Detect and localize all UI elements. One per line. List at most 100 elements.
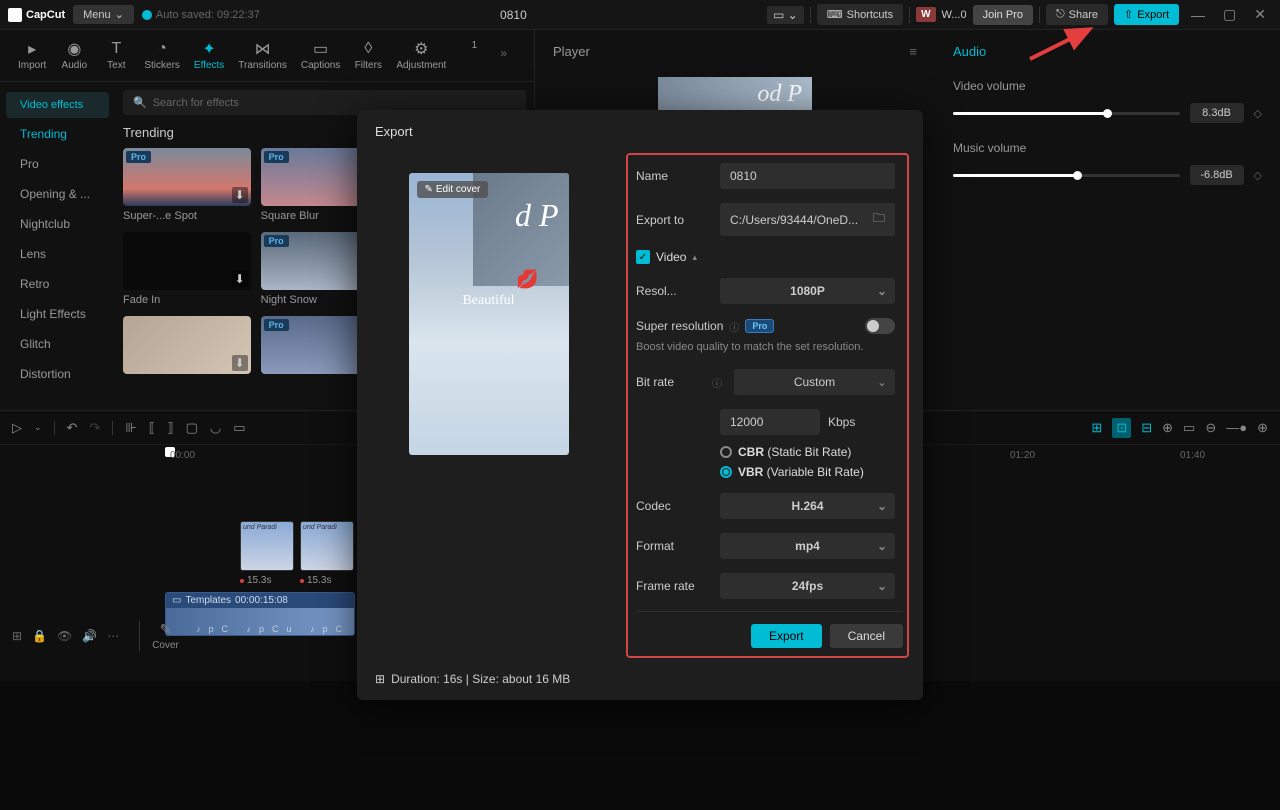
cover-text: d P	[515, 197, 559, 234]
mute-icon[interactable]: 🔊	[82, 629, 97, 643]
tl-tool-c[interactable]: ⊟	[1141, 420, 1152, 436]
tl-tool-d[interactable]: ⊕	[1162, 420, 1173, 436]
template-track[interactable]: ▭ Templates 00:00:15:08	[165, 592, 355, 636]
tl-tool-b[interactable]: ⊡	[1112, 418, 1131, 438]
maximize-button[interactable]: ▢	[1217, 6, 1242, 23]
selection-tool[interactable]: ▷	[12, 420, 22, 436]
cbr-radio[interactable]: CBR (Static Bit Rate)	[720, 445, 895, 459]
resolution-select[interactable]: 1080P	[720, 278, 895, 304]
resolution-label: Resol...	[636, 284, 708, 298]
folder-icon[interactable]: 🗀	[873, 209, 885, 230]
tab-filters[interactable]: ◊Filters	[348, 36, 388, 75]
music-volume-value[interactable]: -6.8dB	[1190, 165, 1244, 185]
download-icon[interactable]: ⬇	[232, 271, 248, 287]
more-icon[interactable]: ⋯	[107, 629, 119, 643]
effect-item[interactable]: ⬇Fade In	[123, 232, 251, 306]
tab-effects[interactable]: ✦Effects	[188, 36, 230, 75]
info-icon[interactable]: ⓘ	[712, 375, 722, 390]
keyframe-icon[interactable]: ◇	[1254, 169, 1262, 182]
bitrate-select[interactable]: Custom	[734, 369, 895, 395]
window-titlebar: CapCut Menu ⌄ Auto saved: 09:22:37 0810 …	[0, 0, 1280, 30]
lock-icon[interactable]: 🔒	[32, 629, 47, 643]
sidebar-item-pro[interactable]: Pro	[6, 150, 109, 178]
join-pro-button[interactable]: Join Pro	[973, 5, 1033, 25]
info-icon[interactable]: ⓘ	[729, 319, 739, 334]
sidebar-item-opening[interactable]: Opening & ...	[6, 180, 109, 208]
crop-tool[interactable]: ▢	[186, 420, 198, 436]
sidebar-item-distortion[interactable]: Distortion	[6, 360, 109, 388]
vbr-radio[interactable]: VBR (Variable Bit Rate)	[720, 465, 895, 479]
cover-button[interactable]: ✎ Cover	[139, 621, 179, 651]
name-input[interactable]	[720, 163, 895, 189]
cancel-button[interactable]: Cancel	[830, 624, 903, 648]
share-button[interactable]: ⎋ Share	[1046, 4, 1108, 25]
sidebar-item-retro[interactable]: Retro	[6, 270, 109, 298]
import-icon: ▸	[23, 40, 41, 58]
video-volume-value[interactable]: 8.3dB	[1190, 103, 1244, 123]
sidebar-item-lens[interactable]: Lens	[6, 240, 109, 268]
tab-import[interactable]: ▸Import	[12, 36, 52, 75]
search-icon: 🔍	[133, 96, 147, 109]
track-settings-icon[interactable]: ⊞	[12, 629, 22, 643]
adjustment-icon: ⚙	[412, 40, 430, 58]
format-select[interactable]: mp4	[720, 533, 895, 559]
chevron-down-icon[interactable]: ⌄	[34, 422, 42, 433]
keyframe-icon[interactable]: ◇	[1254, 107, 1262, 120]
group-tool[interactable]: ▭	[233, 420, 245, 436]
tl-tool-a[interactable]: ⊞	[1091, 420, 1102, 436]
user-avatar[interactable]: W	[916, 7, 935, 22]
download-icon[interactable]: ⬇	[232, 355, 248, 371]
exportto-path[interactable]: C:/Users/93444/OneD... 🗀	[720, 203, 895, 236]
bitrate-label: Bit rate	[636, 375, 708, 389]
video-checkbox[interactable]: ✓	[636, 250, 650, 264]
timeline-clip[interactable]: 15.3s	[240, 521, 294, 586]
download-icon[interactable]: ⬇	[232, 187, 248, 203]
split-tool[interactable]: ⊪	[125, 420, 136, 436]
tab-adjustment[interactable]: ⚙Adjustment	[390, 36, 452, 75]
menu-button[interactable]: Menu ⌄	[73, 5, 134, 24]
sidebar-item-trending[interactable]: Trending	[6, 120, 109, 148]
sidebar-item-video-effects[interactable]: Video effects	[6, 92, 109, 118]
effect-item[interactable]: Pro⬇Super-...e Spot	[123, 148, 251, 222]
timeline-clip[interactable]: 15.3s	[300, 521, 354, 586]
zoom-out-button[interactable]: ⊖	[1205, 420, 1216, 436]
aspect-ratio-button[interactable]: ▭ ⌄	[767, 6, 804, 24]
shortcuts-button[interactable]: ⌨ Shortcuts	[817, 4, 903, 25]
sidebar-item-nightclub[interactable]: Nightclub	[6, 210, 109, 238]
caret-up-icon[interactable]: ▴	[692, 252, 697, 263]
eye-icon[interactable]: 👁	[57, 629, 72, 643]
tab-text[interactable]: TText	[96, 36, 136, 75]
tab-captions[interactable]: ▭Captions	[295, 36, 346, 75]
effect-item[interactable]: ⬇	[123, 316, 251, 378]
redo-button[interactable]: ↷	[89, 420, 100, 436]
export-button[interactable]: ⇧ Export	[1114, 4, 1179, 25]
export-confirm-button[interactable]: Export	[751, 624, 822, 648]
marker-tool[interactable]: ◡	[210, 420, 221, 436]
codec-select[interactable]: H.264	[720, 493, 895, 519]
sidebar-item-glitch[interactable]: Glitch	[6, 330, 109, 358]
minimize-button[interactable]: —	[1185, 7, 1211, 23]
edit-cover-button[interactable]: ✎ Edit cover	[417, 181, 489, 198]
trim-left-tool[interactable]: ⟦	[149, 420, 155, 436]
tool-tabs: ▸Import ◉Audio TText ◔Stickers ✦Effects …	[0, 30, 534, 82]
sidebar-item-light-effects[interactable]: Light Effects	[6, 300, 109, 328]
bitrate-input[interactable]	[720, 409, 820, 435]
panel-menu-icon[interactable]: ≡	[909, 44, 917, 59]
tab-stickers[interactable]: ◔Stickers	[138, 36, 186, 75]
stickers-icon: ◔	[153, 40, 171, 58]
tabs-overflow-button[interactable]: »	[496, 36, 511, 75]
music-volume-slider[interactable]	[953, 174, 1180, 177]
tl-tool-e[interactable]: ▭	[1183, 420, 1195, 436]
undo-button[interactable]: ↶	[67, 420, 78, 436]
zoom-slider[interactable]: —●	[1226, 420, 1247, 435]
audio-panel: Audio Video volume 8.3dB ◇ Music volume …	[935, 30, 1280, 410]
super-resolution-toggle[interactable]	[865, 318, 895, 334]
framerate-select[interactable]: 24fps	[720, 573, 895, 599]
video-volume-slider[interactable]	[953, 112, 1180, 115]
zoom-in-button[interactable]: ⊕	[1257, 420, 1268, 436]
cover-text: Beautiful	[462, 293, 514, 309]
tab-audio[interactable]: ◉Audio	[54, 36, 94, 75]
tab-transitions[interactable]: ⋈Transitions	[232, 36, 293, 75]
trim-right-tool[interactable]: ⟧	[167, 420, 173, 436]
close-button[interactable]: ✕	[1248, 6, 1272, 23]
